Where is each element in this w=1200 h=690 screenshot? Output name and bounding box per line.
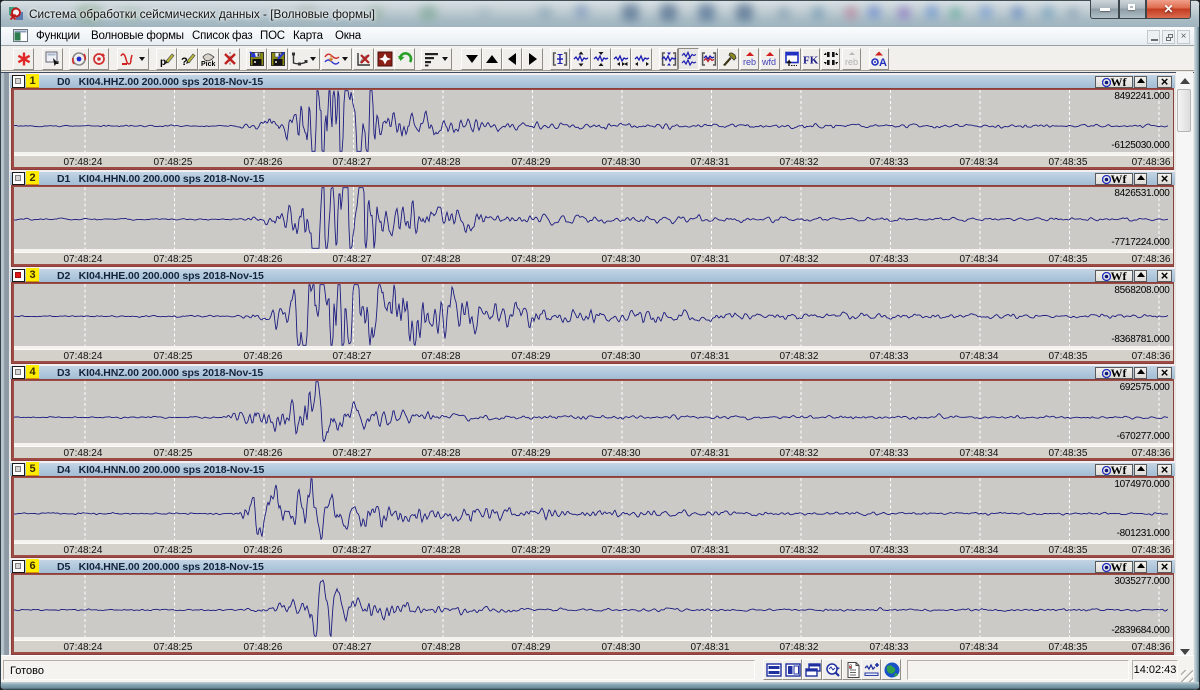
svg-text:A: A bbox=[879, 57, 887, 67]
svg-text:Pick: Pick bbox=[201, 61, 216, 67]
svg-text:FK: FK bbox=[803, 55, 819, 67]
svg-text:reb: reb bbox=[743, 57, 756, 67]
svg-text:p: p bbox=[160, 57, 166, 67]
svg-text:reb: reb bbox=[845, 57, 858, 67]
svg-text:wfd: wfd bbox=[762, 57, 776, 67]
